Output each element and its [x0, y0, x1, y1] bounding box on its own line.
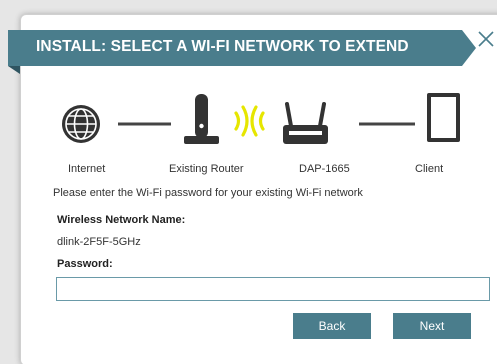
back-button[interactable]: Back — [293, 313, 371, 339]
network-name-value: dlink-2F5F-5GHz — [57, 236, 141, 248]
next-button[interactable]: Next — [393, 313, 471, 339]
node-label-client: Client — [415, 163, 444, 175]
router-icon — [184, 94, 219, 144]
network-name-label: Wireless Network Name: — [57, 214, 186, 226]
tablet-icon — [427, 93, 460, 142]
globe-icon — [62, 105, 100, 143]
wifi-signal-icon — [234, 105, 265, 137]
node-label-internet: Internet — [68, 163, 106, 175]
network-diagram — [62, 93, 460, 144]
node-label-existing-router: Existing Router — [169, 163, 244, 175]
node-label-dap1665: DAP-1665 — [299, 163, 350, 175]
password-label: Password: — [57, 258, 113, 270]
extender-icon — [283, 102, 328, 144]
password-input[interactable] — [56, 277, 490, 301]
instruction-text: Please enter the Wi-Fi password for your… — [53, 187, 363, 199]
